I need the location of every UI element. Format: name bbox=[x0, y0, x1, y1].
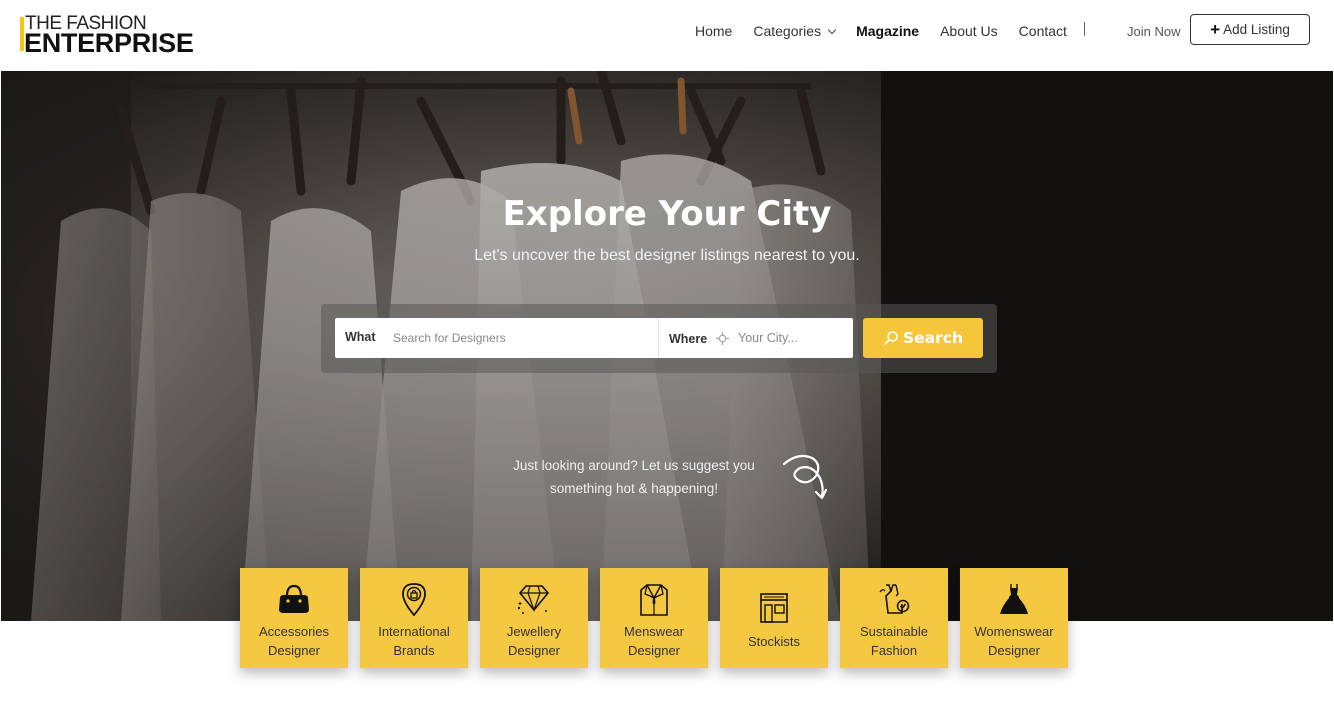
category-womenswear-designer[interactable]: Womenswear Designer bbox=[960, 568, 1068, 668]
category-international-brands[interactable]: International Brands bbox=[360, 568, 468, 668]
search-icon bbox=[884, 331, 898, 345]
category-label-line1: Stockists bbox=[747, 634, 800, 649]
nav-contact[interactable]: Contact bbox=[1019, 23, 1067, 39]
category-label: International Brands bbox=[360, 622, 468, 660]
what-label: What bbox=[345, 330, 376, 344]
category-label-line2: Designer bbox=[987, 643, 1041, 658]
hero-title: Explore Your City bbox=[502, 194, 832, 234]
curly-arrow-icon bbox=[782, 454, 828, 500]
category-label-line2: Designer bbox=[627, 643, 681, 658]
category-accessories-designer[interactable]: Accessories Designer bbox=[240, 568, 348, 668]
category-label: Accessories Designer bbox=[240, 622, 348, 660]
nav-magazine[interactable]: Magazine bbox=[856, 23, 919, 39]
gown-icon bbox=[1000, 584, 1028, 614]
category-label: Menswear Designer bbox=[600, 622, 708, 660]
map-pin-bag-icon bbox=[402, 583, 426, 616]
chevron-down-icon bbox=[827, 25, 837, 35]
main-nav: Home Categories Magazine About Us Contac… bbox=[695, 0, 1088, 62]
category-label-line2: Designer bbox=[267, 643, 321, 658]
where-city-input[interactable] bbox=[738, 326, 848, 350]
category-label: Jewellery Designer bbox=[480, 622, 588, 660]
category-label-line1: Accessories bbox=[258, 624, 330, 639]
site-header: THE FASHION ENTERPRISE Home Categories M… bbox=[0, 0, 1334, 71]
search-box: What Where bbox=[335, 318, 853, 358]
category-sustainable-fashion[interactable]: Sustainable Fashion bbox=[840, 568, 948, 668]
category-label-line2: Designer bbox=[507, 643, 561, 658]
category-label-line1: Jewellery bbox=[506, 624, 562, 639]
join-now-link[interactable]: Join Now bbox=[1127, 24, 1180, 39]
suit-icon bbox=[640, 584, 668, 616]
handbag-icon bbox=[279, 584, 309, 613]
suggestion-line2: something hot & happening! bbox=[549, 481, 719, 496]
category-label: Womenswear Designer bbox=[960, 622, 1068, 660]
category-label: Stockists bbox=[720, 632, 828, 651]
category-stockists[interactable]: Stockists bbox=[720, 568, 828, 668]
eco-dress-icon bbox=[879, 584, 910, 614]
category-label-line1: International bbox=[378, 624, 450, 639]
nav-categories[interactable]: Categories bbox=[753, 23, 837, 39]
hero-section: Explore Your City Let's uncover the best… bbox=[1, 71, 1333, 621]
search-button[interactable]: Search bbox=[863, 318, 983, 358]
category-label-line2: Fashion bbox=[870, 643, 918, 658]
nav-categories-label: Categories bbox=[753, 23, 822, 39]
category-menswear-designer[interactable]: Menswear Designer bbox=[600, 568, 708, 668]
nav-home[interactable]: Home bbox=[695, 23, 732, 39]
hero-subtitle: Let's uncover the best designer listings… bbox=[474, 247, 860, 264]
locate-icon[interactable] bbox=[716, 332, 729, 345]
nav-separator bbox=[1084, 22, 1085, 36]
category-label-line1: Menswear bbox=[624, 624, 684, 639]
logo-line2: ENTERPRISE bbox=[24, 28, 194, 58]
nav-about-us[interactable]: About Us bbox=[940, 23, 998, 39]
category-label: Sustainable Fashion bbox=[840, 622, 948, 660]
search-divider bbox=[658, 318, 659, 358]
site-logo[interactable]: THE FASHION ENTERPRISE bbox=[20, 14, 195, 58]
what-search-input[interactable] bbox=[393, 326, 643, 350]
plus-icon: + bbox=[1210, 20, 1221, 39]
category-label-line1: Womenswear bbox=[974, 624, 1054, 639]
storefront-icon bbox=[760, 593, 788, 623]
category-label-line2: Brands bbox=[393, 643, 435, 658]
search-panel: What Where Search bbox=[321, 304, 997, 373]
category-label-line1: Sustainable bbox=[860, 624, 928, 639]
suggestion-text: Just looking around? Let us suggest you … bbox=[484, 454, 784, 500]
suggestion-line1: Just looking around? Let us suggest you bbox=[513, 458, 755, 473]
add-listing-label: Add Listing bbox=[1223, 22, 1290, 37]
diamond-icon bbox=[517, 585, 550, 614]
category-jewellery-designer[interactable]: Jewellery Designer bbox=[480, 568, 588, 668]
where-label: Where bbox=[669, 332, 708, 346]
search-button-label: Search bbox=[902, 329, 963, 347]
category-tiles: Accessories Designer International Brand… bbox=[240, 568, 1068, 668]
add-listing-button[interactable]: + Add Listing bbox=[1190, 14, 1310, 45]
